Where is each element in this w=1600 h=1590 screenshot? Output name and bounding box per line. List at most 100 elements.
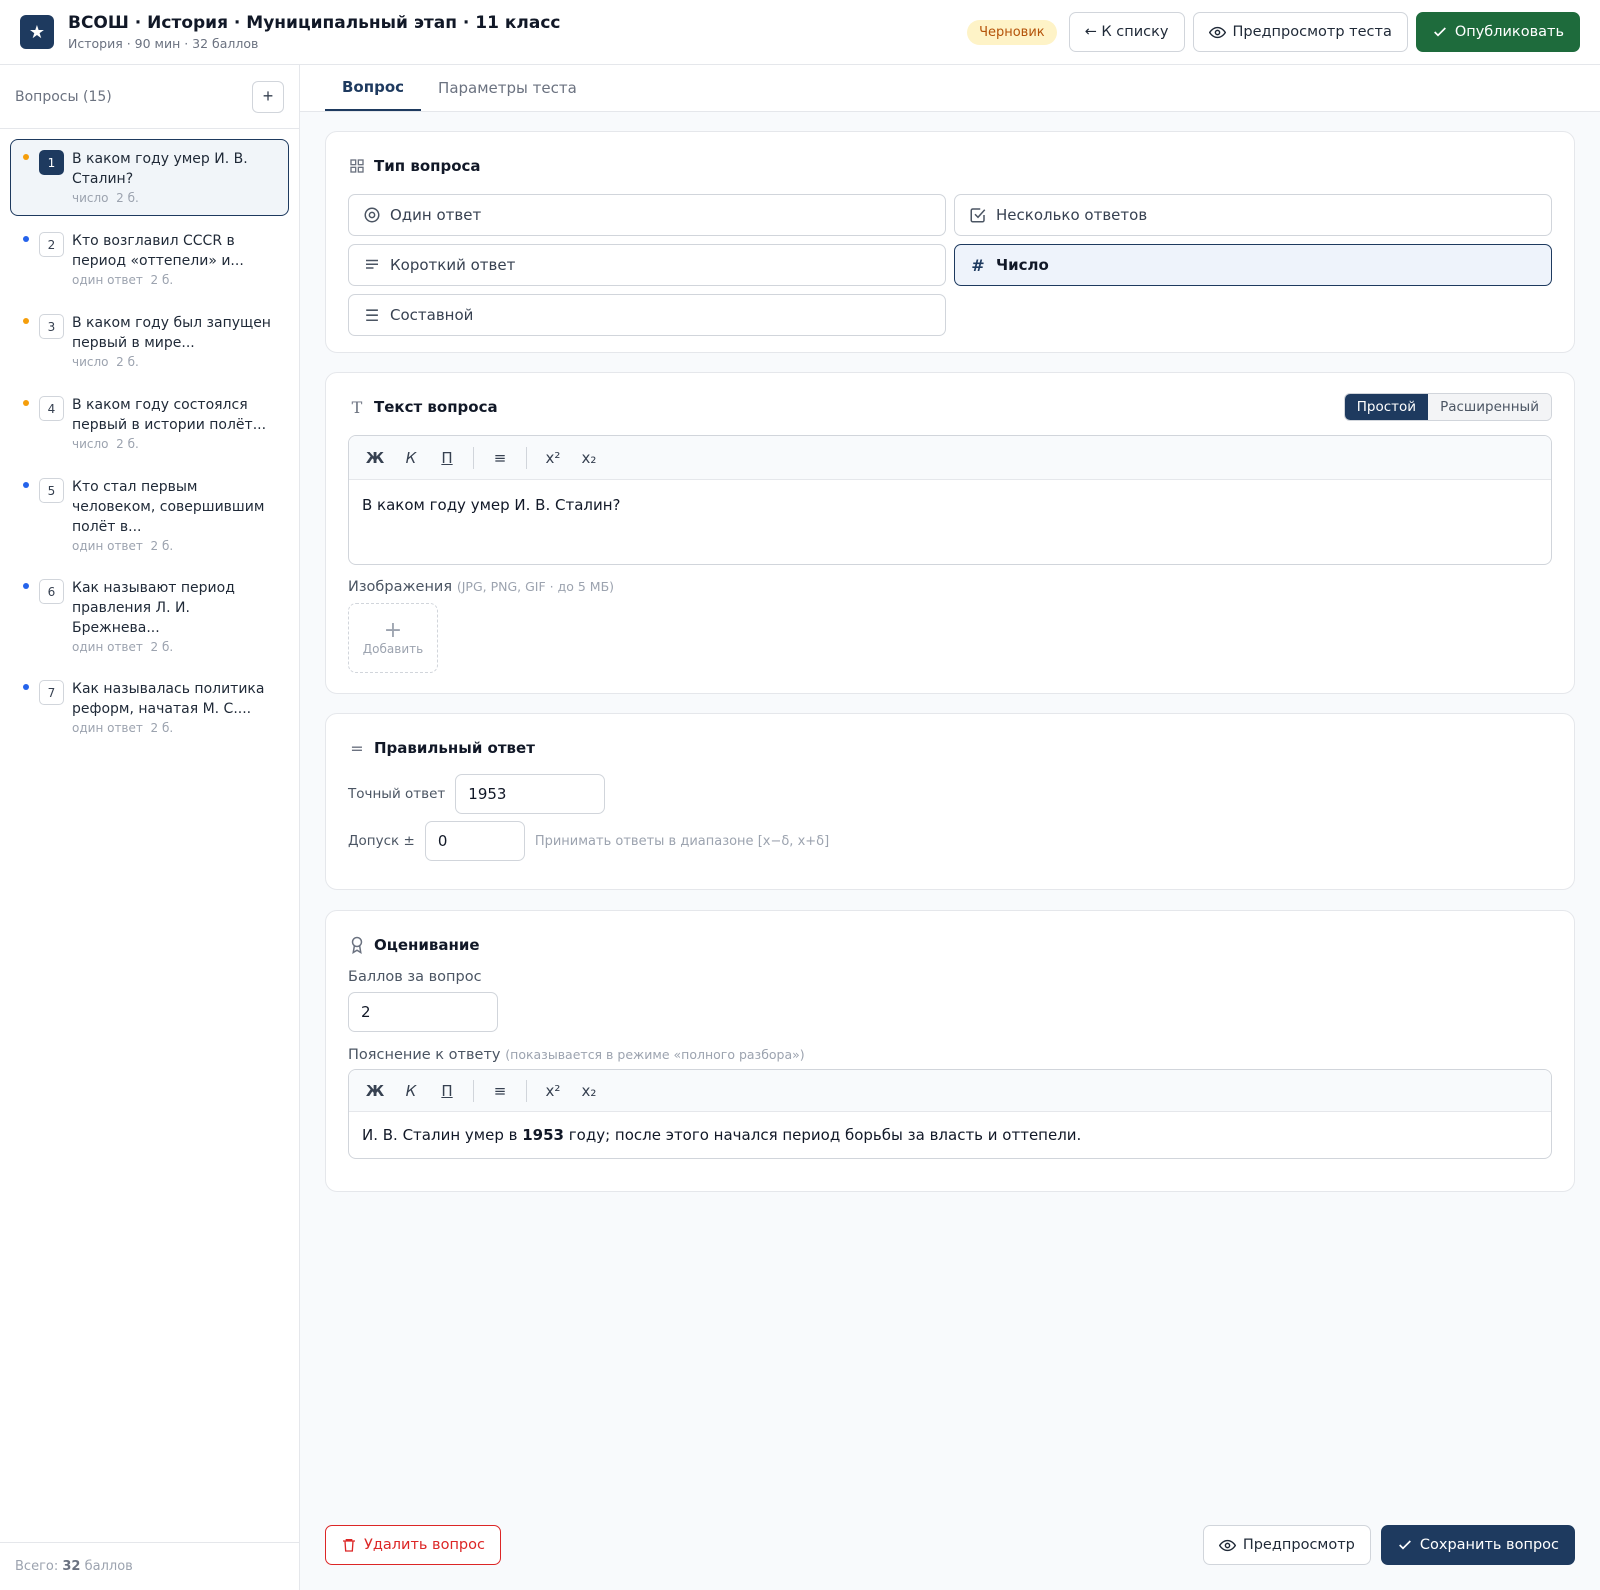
tab-test-params[interactable]: Параметры теста [421, 65, 594, 111]
top-bar: ★ ВСОШ · История · Муниципальный этап · … [0, 0, 1600, 65]
type-number[interactable]: # Число [954, 244, 1552, 286]
tolerance-input[interactable]: 0 [424, 821, 525, 861]
text-type-icon: T [351, 397, 363, 417]
question-text-title: Текст вопроса [374, 398, 498, 416]
add-image-button[interactable]: + Добавить [348, 603, 438, 673]
list-item[interactable]: 7 Как называлась политика реформ, начатая… [10, 669, 289, 746]
explanation-text-input[interactable]: И. В. Сталин умер в 1953 году; после это… [349, 1112, 1551, 1158]
question-text-card: T Текст вопроса Простой Расширенный Ж К … [325, 372, 1575, 694]
type-compound[interactable]: ☰ Составной [348, 294, 946, 336]
status-dot [23, 400, 29, 406]
type-single-label: Один ответ [390, 206, 482, 224]
question-editor-toolbar: Ж К П ≡ x² x₂ [349, 436, 1551, 480]
preview-label: Предпросмотр [1242, 1537, 1355, 1553]
publish-button[interactable]: Опубликовать [1415, 12, 1580, 52]
status-dot [23, 236, 29, 242]
plus-icon: + [383, 618, 403, 643]
question-number: 6 [39, 579, 64, 604]
tolerance-hint: Принимать ответы в диапазоне [x−δ, x+δ] [534, 833, 830, 849]
list-item[interactable]: 3 В каком году был запущен первый в мире.… [10, 303, 289, 380]
question-number: 7 [39, 680, 64, 705]
explanation-text-year: 1953 [522, 1126, 564, 1144]
superscript-button[interactable]: x² [537, 1076, 569, 1106]
italic-button[interactable]: К [395, 1076, 427, 1106]
grid-icon [350, 159, 364, 173]
explanation-editor: Ж К П ≡ x² x₂ И. В. Сталин умер в 1953 г… [348, 1069, 1552, 1159]
bold-button[interactable]: Ж [359, 443, 391, 473]
question-type: число [72, 437, 109, 451]
question-preview-text: Кто стал первым человеком, совершившим п… [72, 479, 265, 535]
check-icon [1433, 27, 1446, 37]
title-block: ВСОШ · История · Муниципальный этап · 11… [68, 13, 560, 51]
exact-answer-input[interactable]: 1953 [455, 774, 606, 814]
check-icon [1398, 1540, 1411, 1550]
preview-button[interactable]: Предпросмотр [1202, 1525, 1371, 1565]
question-type: один ответ [72, 539, 143, 553]
questions-sidebar: Вопросы (15) + 1 В каком году умер И. В. … [0, 65, 300, 1590]
toolbar-divider [526, 446, 527, 469]
total-suffix: баллов [84, 1559, 133, 1574]
type-short-answer[interactable]: Короткий ответ [348, 244, 946, 286]
sidebar-footer: Всего: 32 баллов [0, 1542, 300, 1590]
toolbar-divider [473, 446, 474, 469]
question-type-heading: Тип вопроса [348, 154, 1552, 178]
question-meta: один ответ 2 б. [72, 640, 278, 654]
mode-extended-button[interactable]: Расширенный [1428, 394, 1551, 420]
images-hint: (JPG, PNG, GIF · до 5 МБ) [456, 579, 615, 594]
grading-title: Оценивание [374, 936, 480, 954]
italic-button[interactable]: К [395, 443, 427, 473]
exact-answer-row: Точный ответ 1953 [348, 774, 1552, 814]
preview-test-button[interactable]: Предпросмотр теста [1192, 12, 1408, 52]
header-actions: Черновик ← К списку Предпросмотр теста О… [967, 12, 1580, 52]
delete-question-label: Удалить вопрос [364, 1537, 485, 1553]
question-points: 2 б. [116, 437, 139, 451]
delete-question-button[interactable]: Удалить вопрос [325, 1525, 501, 1565]
question-meta: один ответ 2 б. [72, 721, 278, 735]
question-meta: число 2 б. [72, 191, 278, 205]
question-preview-text: В каком году состоялся первый в истории … [72, 397, 267, 433]
underline-button[interactable]: П [431, 1076, 463, 1106]
eye-icon [1208, 26, 1226, 38]
trash-icon [343, 1539, 355, 1552]
question-points: 2 б. [150, 640, 174, 654]
question-type: один ответ [72, 721, 143, 735]
list-item[interactable]: 5 Кто стал первым человеком, совершившим … [10, 467, 289, 563]
list-item[interactable]: 4 В каком году состоялся первый в истории… [10, 385, 289, 462]
type-compound-label: Составной [390, 306, 474, 324]
save-question-button[interactable]: Сохранить вопрос [1380, 1525, 1575, 1565]
status-badge: Черновик [967, 19, 1057, 45]
radio-icon [364, 207, 380, 223]
list-button[interactable]: ≡ [484, 1076, 516, 1106]
underline-button[interactable]: П [431, 443, 463, 473]
list-button[interactable]: ≡ [484, 443, 516, 473]
bold-button[interactable]: Ж [359, 1076, 391, 1106]
superscript-button[interactable]: x² [537, 443, 569, 473]
list-item[interactable]: 1 В каком году умер И. В. Сталин? число 2 … [10, 139, 289, 216]
subscript-button[interactable]: x₂ [573, 443, 605, 473]
toolbar-divider [473, 1079, 474, 1102]
save-question-label: Сохранить вопрос [1419, 1537, 1559, 1553]
question-points: 2 б. [116, 191, 139, 205]
tab-question[interactable]: Вопрос [325, 65, 422, 111]
add-question-button[interactable]: + [252, 80, 284, 113]
type-multiple-answers[interactable]: Несколько ответов [954, 194, 1552, 236]
status-dot [23, 154, 29, 160]
lines-icon [366, 259, 378, 269]
list-icon: ☰ [364, 305, 380, 325]
tolerance-label: Допуск ± [348, 833, 415, 849]
question-text-heading: T Текст вопроса Простой Расширенный [348, 393, 1552, 421]
tab-bar: Вопрос Параметры теста [300, 65, 1600, 112]
list-item[interactable]: 2 Кто возглавил СССR в период «оттепели» … [10, 221, 289, 298]
sidebar-header: Вопросы (15) + [0, 65, 299, 129]
list-item[interactable]: 6 Как называют период правления Л. И. Бре… [10, 568, 289, 664]
question-type-title: Тип вопроса [374, 157, 481, 175]
subscript-button[interactable]: x₂ [573, 1076, 605, 1106]
question-points: 2 б. [150, 273, 174, 287]
question-text-input[interactable]: В каком году умер И. В. Сталин? [349, 480, 1551, 564]
status-dot [23, 684, 29, 690]
type-single-answer[interactable]: Один ответ [348, 194, 946, 236]
back-label: ← К списку [1084, 24, 1169, 40]
back-to-list-button[interactable]: ← К списку [1068, 12, 1185, 52]
points-input[interactable]: 2 [348, 992, 498, 1032]
mode-simple-button[interactable]: Простой [1344, 394, 1429, 420]
